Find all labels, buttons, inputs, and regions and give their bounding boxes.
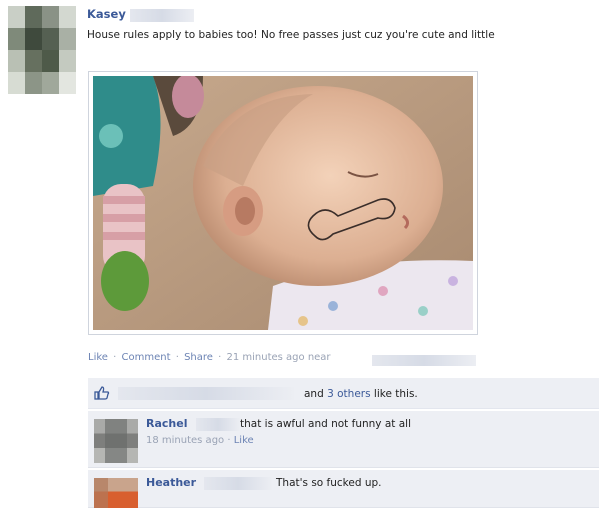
- comment-link[interactable]: Comment: [122, 352, 171, 363]
- commenter-avatar[interactable]: [94, 478, 138, 508]
- redacted-liker-names: [118, 387, 294, 400]
- like-link[interactable]: Like: [88, 352, 108, 363]
- comment-meta: 18 minutes ago · Like: [146, 435, 254, 446]
- commenter-name-link[interactable]: Rachel: [146, 417, 187, 430]
- likes-prefix: and: [304, 388, 324, 400]
- poster-name-link[interactable]: Kasey: [87, 7, 126, 21]
- feedback-section: and 3 others like this. Rachel that is a…: [88, 378, 599, 508]
- redacted-surname: [204, 477, 272, 490]
- post-message: House rules apply to babies too! No free…: [87, 29, 495, 41]
- redacted-location: [372, 355, 476, 366]
- comment-item: Rachel that is awful and not funny at al…: [88, 411, 599, 468]
- baby-photo-image: [93, 76, 473, 330]
- comment-item: Heather That's so fucked up.: [88, 470, 599, 508]
- likes-suffix: like this.: [373, 388, 418, 400]
- post-actions-row: Like · Comment · Share · 21 minutes ago …: [88, 352, 331, 363]
- separator: ·: [227, 435, 231, 446]
- commenter-avatar[interactable]: [94, 419, 138, 463]
- share-link[interactable]: Share: [184, 352, 213, 363]
- separator: ·: [113, 352, 117, 363]
- poster-avatar[interactable]: [8, 6, 76, 94]
- others-likes-link[interactable]: 3 others: [327, 388, 370, 400]
- redacted-surname: [196, 418, 240, 431]
- comment-timestamp[interactable]: 18 minutes ago: [146, 435, 224, 446]
- thumbs-up-icon: [94, 386, 110, 400]
- comment-text: that is awful and not funny at all: [240, 418, 412, 430]
- separator: ·: [175, 352, 179, 363]
- commenter-name-link[interactable]: Heather: [146, 476, 196, 489]
- separator: ·: [218, 352, 222, 363]
- redacted-surname: [130, 9, 194, 22]
- likes-text: and 3 others like this.: [304, 388, 418, 400]
- comment-text: That's so fucked up.: [276, 477, 382, 489]
- post-photo[interactable]: [88, 71, 478, 335]
- likes-summary: and 3 others like this.: [88, 378, 599, 409]
- comment-like-link[interactable]: Like: [234, 435, 254, 446]
- post-timestamp[interactable]: 21 minutes ago near: [226, 352, 330, 363]
